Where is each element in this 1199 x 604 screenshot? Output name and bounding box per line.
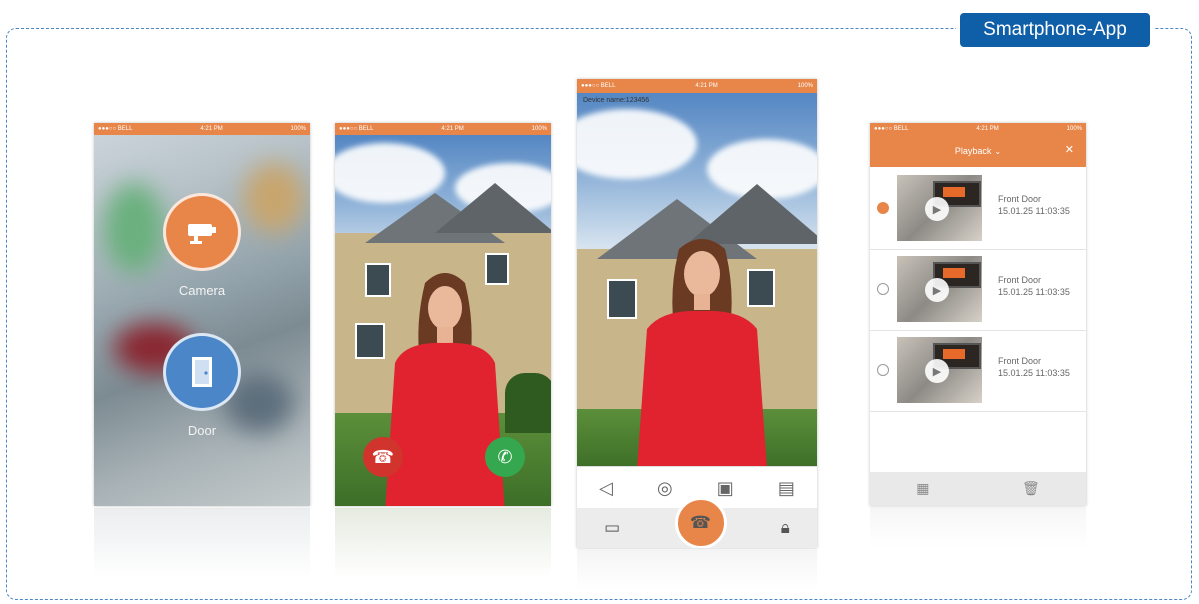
reject-call-button[interactable]: ☎: [363, 437, 403, 477]
reflection: [870, 508, 1086, 548]
door-label: Door: [187, 423, 217, 438]
battery-text: 100%: [290, 126, 306, 132]
reflection: [94, 508, 310, 578]
hang-up-icon: ☎: [371, 446, 395, 468]
status-bar: ●●●○○ BELL 4:21 PM 100%: [335, 123, 551, 135]
visitor-image: [637, 239, 767, 469]
smartphone-app-badge: Smartphone-App: [956, 9, 1154, 51]
recording-datetime: 15.01.25 11:03:35: [998, 287, 1070, 297]
hang-up-icon: ☎: [689, 513, 712, 533]
chevron-down-icon: ⌄: [994, 146, 1002, 156]
recording-name: Front Door: [998, 356, 1042, 366]
answer-call-button[interactable]: ✆: [485, 437, 525, 477]
lock-icon[interactable]: 🔒︎: [781, 518, 790, 538]
close-icon[interactable]: ✕: [1065, 143, 1074, 156]
trash-icon[interactable]: 🗑︎: [1022, 481, 1040, 497]
carrier-text: ●●●○○ BELL: [581, 83, 616, 89]
camera-button[interactable]: [163, 193, 241, 271]
battery-text: 100%: [797, 83, 813, 89]
door-button[interactable]: [163, 333, 241, 411]
time-text: 4:21 PM: [200, 126, 223, 132]
time-text: 4:21 PM: [695, 83, 718, 89]
playback-title[interactable]: Playback: [955, 146, 992, 156]
video-list-icon[interactable]: ▭: [604, 518, 620, 538]
recording-thumbnail[interactable]: ▶: [897, 337, 982, 403]
phone-playback: ●●●○○ BELL 4:21 PM 100% Playback ⌄ ✕ ▶ F…: [870, 123, 1086, 506]
roof: [435, 183, 551, 233]
phone-incoming-call: ●●●○○ BELL 4:21 PM 100% ☎ ✆: [335, 123, 551, 506]
reflection: [335, 508, 551, 578]
call-controls: ▭ ☎ 🔒︎: [577, 497, 817, 548]
speaker-icon[interactable]: ◁: [599, 478, 613, 499]
battery-text: 100%: [1066, 126, 1082, 132]
phone-live-view: ●●●○○ BELL 4:21 PM 100% Device name:1234…: [577, 79, 817, 548]
battery-text: 100%: [531, 126, 547, 132]
phone-icon: ✆: [497, 446, 513, 468]
select-all-icon[interactable]: ▦: [916, 481, 929, 497]
reflection: [577, 550, 817, 590]
recording-datetime: 15.01.25 11:03:35: [998, 206, 1070, 216]
play-icon[interactable]: ▶: [925, 359, 949, 383]
bg-blur: [104, 183, 164, 273]
playback-row[interactable]: ▶ Front Door 15.01.25 11:03:35: [870, 169, 1086, 250]
bg-blur: [244, 163, 304, 233]
playback-row[interactable]: ▶ Front Door 15.01.25 11:03:35: [870, 250, 1086, 331]
status-bar: ●●●○○ BELL 4:21 PM 100%: [577, 79, 817, 93]
play-icon[interactable]: ▶: [925, 197, 949, 221]
carrier-text: ●●●○○ BELL: [339, 126, 374, 132]
playback-header: Playback ⌄ ✕: [870, 135, 1086, 167]
phone-home-screen: ●●●○○ BELL 4:21 PM 100% Camera Door: [94, 123, 310, 506]
recording-name: Front Door: [998, 194, 1042, 204]
carrier-text: ●●●○○ BELL: [98, 126, 133, 132]
select-radio[interactable]: [877, 202, 889, 214]
recording-thumbnail[interactable]: ▶: [897, 175, 982, 241]
play-icon[interactable]: ▶: [925, 278, 949, 302]
time-text: 4:21 PM: [976, 126, 999, 132]
hang-up-button[interactable]: ☎: [674, 497, 727, 548]
playback-row[interactable]: ▶ Front Door 15.01.25 11:03:35: [870, 331, 1086, 412]
picture-icon[interactable]: ▤: [778, 478, 795, 499]
camera-label: Camera: [178, 283, 226, 298]
status-bar: ●●●○○ BELL 4:21 PM 100%: [870, 123, 1086, 135]
status-bar: ●●●○○ BELL 4:21 PM 100%: [94, 123, 310, 135]
recording-name: Front Door: [998, 275, 1042, 285]
playback-footer: ▦ 🗑︎: [870, 472, 1086, 506]
recording-thumbnail[interactable]: ▶: [897, 256, 982, 322]
camera-icon[interactable]: ◎: [657, 478, 673, 499]
time-text: 4:21 PM: [441, 126, 464, 132]
select-radio[interactable]: [877, 364, 889, 376]
device-name: Device name:123456: [583, 97, 650, 104]
select-radio[interactable]: [877, 283, 889, 295]
video-record-icon[interactable]: ▣: [717, 478, 734, 499]
recording-datetime: 15.01.25 11:03:35: [998, 368, 1070, 378]
security-camera-icon: [188, 224, 216, 244]
door-icon: [192, 357, 212, 387]
carrier-text: ●●●○○ BELL: [874, 126, 909, 132]
